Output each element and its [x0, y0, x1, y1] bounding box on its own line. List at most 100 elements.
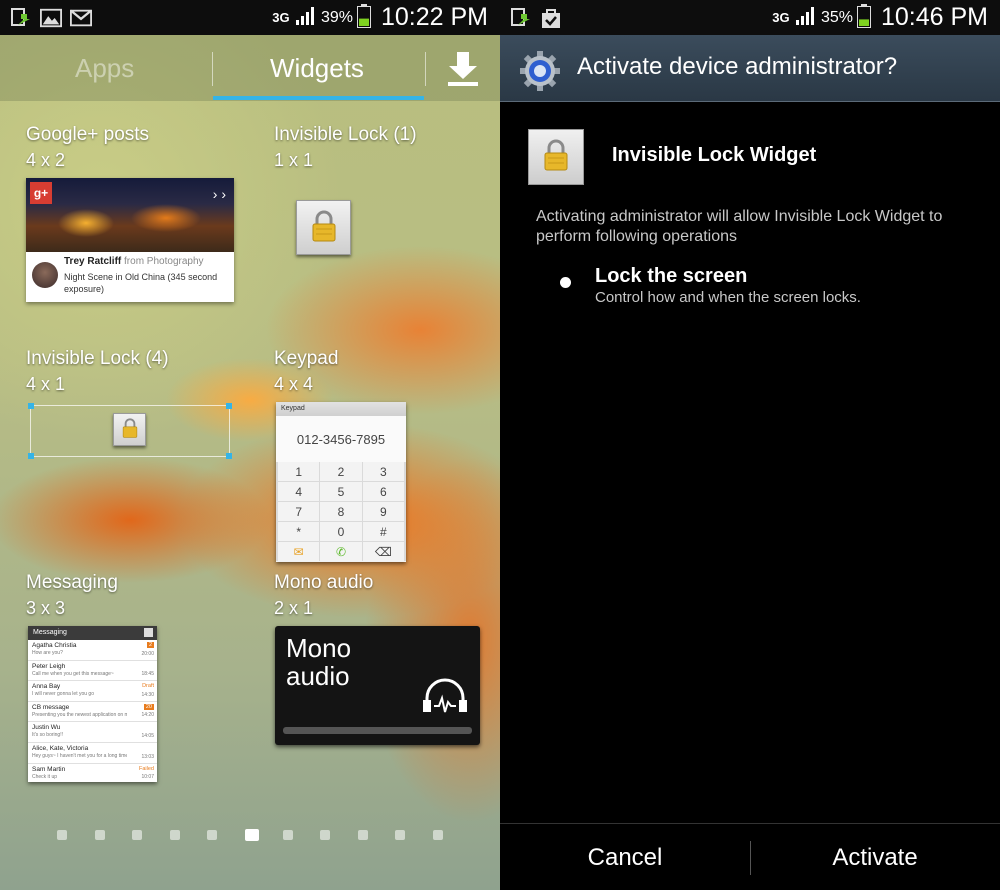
unread-badge: 2: [146, 642, 154, 648]
widget-size-messaging: 3 x 3: [26, 598, 66, 618]
message-time: 20:00: [141, 650, 154, 657]
gallery-icon: [40, 7, 62, 29]
permission-title: Lock the screen: [595, 265, 748, 287]
message-time: 14:05: [141, 732, 154, 739]
page-dot[interactable]: [395, 830, 406, 840]
page-dot[interactable]: [433, 830, 443, 840]
gplus-caption: Night Scene in Old China (345 second exp…: [64, 272, 218, 294]
list-item: Justin Wu It's so boring!! 14:05: [28, 722, 157, 743]
widget-title-lock1: Invisible Lock (1): [274, 124, 417, 145]
widget-preview-mono[interactable]: Mono audio: [275, 626, 480, 745]
signal-icon: [795, 6, 817, 30]
list-item: Peter Leigh Call me when you get this mes…: [28, 661, 157, 682]
message-preview: Hey guys~ I haven't met you for a long t…: [32, 752, 127, 759]
keypad-key: 2: [320, 462, 362, 481]
widget-picker-screen: 3G 39% 10:22 PM Apps Widgets Google+ pos…: [0, 0, 500, 890]
messaging-list: Agatha Christia How are you? 20:00 2 Peter L…: [28, 640, 157, 782]
page-dot-active[interactable]: [245, 829, 259, 841]
gplus-author: Trey Ratcliff from Photography: [64, 256, 204, 267]
widget-preview-messaging[interactable]: Messaging Agatha Christia How are you? 20:…: [28, 626, 157, 782]
page-dot[interactable]: [169, 830, 180, 840]
keypad-key: 3: [362, 462, 404, 481]
cancel-button[interactable]: Cancel: [500, 824, 750, 890]
widget-size-gplus: 4 x 2: [26, 150, 66, 170]
widget-preview-lock4-tile[interactable]: [113, 413, 146, 446]
widget-title-lock4: Invisible Lock (4): [26, 348, 169, 369]
list-item: CB message Presenting you the newest appl…: [28, 702, 157, 723]
gmail-icon: [70, 7, 92, 29]
activate-button[interactable]: Activate: [750, 824, 1000, 890]
message-preview: How are you?: [32, 650, 63, 656]
app-name: Invisible Lock Widget: [612, 144, 817, 166]
widget-preview-gplus[interactable]: g+ › › Trey Ratcliff from Photography Ni…: [26, 178, 234, 302]
keypad-key: ✆: [320, 542, 362, 561]
message-sender: Sam Martin: [32, 765, 66, 773]
widget-title-messaging: Messaging: [26, 572, 118, 593]
keypad-key: 6: [362, 482, 404, 501]
resize-handle[interactable]: [226, 453, 232, 459]
screen-mirror-icon: [10, 7, 32, 29]
page-dot[interactable]: [282, 830, 293, 840]
message-status: Failed: [139, 765, 154, 772]
tab-divider: [425, 52, 426, 86]
page-indicator: [0, 829, 500, 842]
message-sender: Alice, Kate, Victoria: [32, 744, 89, 752]
message-status: Draft: [142, 683, 154, 690]
list-item: Alice, Kate, Victoria Hey guys~ I haven't…: [28, 743, 157, 764]
widget-preview-lock1[interactable]: [296, 200, 351, 255]
keypad-key: 9: [362, 502, 404, 521]
app-icon: [528, 129, 584, 185]
compose-icon: [144, 628, 153, 637]
active-tab-indicator: [213, 96, 424, 100]
keypad-key: 7: [278, 502, 320, 521]
tab-widgets[interactable]: Widgets: [270, 53, 364, 84]
message-preview: It's so boring!!: [32, 732, 63, 739]
tab-apps[interactable]: Apps: [75, 53, 134, 84]
messaging-header: Messaging: [28, 626, 157, 640]
padlock-icon: [310, 210, 338, 246]
page-dot[interactable]: [57, 830, 67, 840]
resize-handle[interactable]: [226, 403, 232, 409]
resize-handle[interactable]: [28, 453, 34, 459]
keypad-key: ⌫: [362, 542, 404, 561]
network-type: 3G: [272, 9, 290, 25]
clock: 10:22 PM: [380, 3, 488, 31]
mono-slider-track[interactable]: [283, 727, 472, 734]
mono-label: Mono audio: [286, 633, 352, 691]
page-dot[interactable]: [132, 830, 143, 840]
keypad-key: 1: [278, 462, 320, 481]
message-sender: CB message: [32, 703, 70, 711]
message-time: 10:07: [141, 774, 154, 781]
widget-size-lock4: 4 x 1: [26, 374, 66, 394]
gear-icon: [519, 50, 561, 92]
page-dot[interactable]: [207, 830, 218, 840]
bullet: [560, 277, 571, 288]
battery-percent: 35%: [820, 8, 853, 26]
widget-preview-keypad[interactable]: Keypad 012-3456-7895 1 2 3 4 5 6 7 8 9 * 0 # ✉ ✆ ⌫: [276, 402, 406, 562]
clock: 10:46 PM: [880, 3, 988, 31]
network-type: 3G: [772, 9, 790, 25]
avatar: [32, 262, 58, 288]
battery-icon: [856, 3, 871, 32]
widget-title-keypad: Keypad: [274, 348, 339, 369]
page-dot[interactable]: [320, 830, 331, 840]
list-item: Sam Martin Check it up 10:07 Failed: [28, 764, 157, 782]
message-time: 18:45: [141, 671, 154, 678]
resize-handle[interactable]: [28, 403, 34, 409]
download-icon[interactable]: [446, 50, 480, 88]
gplus-nav: › ›: [212, 186, 226, 202]
screen-mirror-icon: [510, 7, 532, 29]
message-time: 14:20: [141, 712, 154, 719]
page-dot[interactable]: [357, 830, 368, 840]
widget-title-mono: Mono audio: [274, 572, 374, 593]
list-item: Anna Bay I will never gonna let you go 14:…: [28, 681, 157, 702]
message-sender: Peter Leigh: [32, 662, 66, 670]
gplus-photo: g+ › ›: [26, 178, 234, 252]
keypad-key: 8: [320, 502, 362, 521]
unread-badge: 20: [143, 703, 154, 710]
message-sender: Justin Wu: [32, 724, 61, 732]
headphones-icon: [421, 676, 469, 716]
page-dot[interactable]: [94, 830, 105, 840]
dialog-button-bar: Cancel Activate: [500, 823, 1000, 890]
dialog-title-bar: Activate device administrator?: [500, 35, 1000, 102]
